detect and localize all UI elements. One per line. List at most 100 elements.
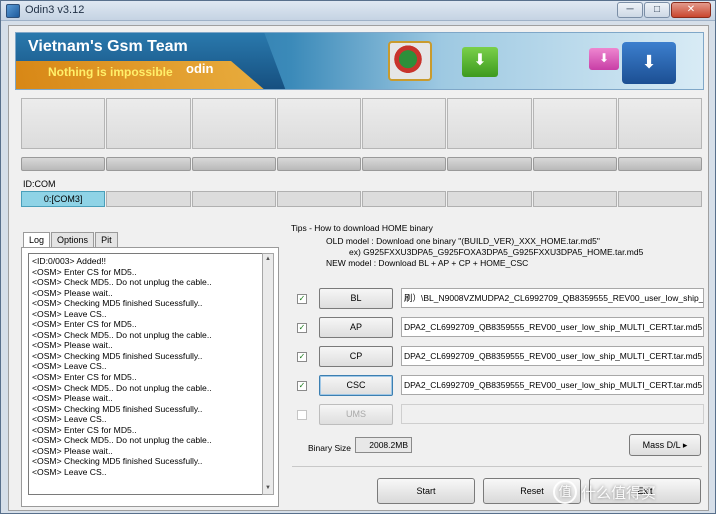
tips-box: OLD model : Download one binary "(BUILD_… bbox=[290, 233, 704, 280]
log-line: <OSM> Please wait.. bbox=[32, 340, 113, 351]
tip-old-model: OLD model : Download one binary "(BUILD_… bbox=[326, 236, 600, 246]
log-line: <OSM> Leave CS.. bbox=[32, 361, 107, 372]
bl-checkbox[interactable]: ✓ bbox=[297, 294, 307, 304]
log-line: <OSM> Enter CS for MD5.. bbox=[32, 266, 137, 277]
device-slot bbox=[617, 98, 702, 149]
binary-size-label: Binary Size bbox=[308, 443, 351, 453]
minimize-button[interactable]: ─ bbox=[617, 2, 643, 18]
download-blue-icon: ⬇ bbox=[622, 42, 676, 84]
log-line: <OSM> Check MD5.. Do not unplug the cabl… bbox=[32, 329, 212, 340]
binary-size-value: 2008.2MB bbox=[355, 437, 412, 453]
tip-new-model: NEW model : Download BL + AP + CP + HOME… bbox=[326, 258, 529, 268]
tip-example: ex) G925FXXU3DPA5_G925FOXA3DPA5_G925FXXU… bbox=[349, 247, 644, 257]
log-line: <OSM> Please wait.. bbox=[32, 445, 113, 456]
log-line: <OSM> Enter CS for MD5.. bbox=[32, 424, 137, 435]
log-line: <OSM> Checking MD5 finished Sucessfully.… bbox=[32, 403, 203, 414]
device-slot bbox=[191, 98, 276, 149]
device-slot bbox=[447, 98, 532, 149]
device-slots bbox=[21, 98, 702, 149]
com-ports: 0:[COM3] bbox=[21, 191, 702, 207]
download-pink-icon: ⬇ bbox=[589, 48, 619, 70]
log-line: <OSM> Checking MD5 finished Sucessfully.… bbox=[32, 298, 203, 309]
watermark-text: 什么值得买 bbox=[581, 484, 657, 502]
device-slot bbox=[276, 98, 361, 149]
log-line: <OSM> Leave CS.. bbox=[32, 466, 107, 477]
title-bar[interactable]: Odin3 v3.12 ─ □ ✕ bbox=[1, 1, 715, 21]
log-line: <OSM> Checking MD5 finished Sucessfully.… bbox=[32, 350, 203, 361]
log-line: <OSM> Please wait.. bbox=[32, 393, 113, 404]
cp-button[interactable]: CP bbox=[319, 346, 393, 367]
cp-path-field[interactable]: DPA2_CL6992709_QB8359555_REV00_user_low_… bbox=[401, 346, 704, 366]
tab-log[interactable]: Log bbox=[23, 232, 51, 248]
device-slot bbox=[532, 98, 617, 149]
log-line: <OSM> Please wait.. bbox=[32, 287, 113, 298]
ums-path-field[interactable] bbox=[401, 404, 704, 424]
log-line: <OSM> Check MD5.. Do not unplug the cabl… bbox=[32, 277, 212, 288]
watermark-logo-icon: 值 bbox=[553, 480, 577, 504]
window-controls: ─ □ ✕ bbox=[617, 2, 711, 18]
log-panel: <ID:0/003> Added!! <OSM> Enter CS for MD5… bbox=[21, 247, 279, 507]
log-textbox[interactable]: <ID:0/003> Added!! <OSM> Enter CS for MD5… bbox=[28, 253, 263, 495]
bl-button[interactable]: BL bbox=[319, 288, 393, 309]
tab-pit[interactable]: Pit bbox=[95, 232, 118, 247]
window-title: Odin3 v3.12 bbox=[25, 4, 85, 16]
progress-bar bbox=[191, 157, 276, 171]
ums-checkbox[interactable] bbox=[297, 410, 307, 420]
progress-bar bbox=[106, 157, 191, 171]
csc-path-field[interactable]: DPA2_CL6992709_QB8359555_REV00_user_low_… bbox=[401, 375, 704, 395]
bl-path-field[interactable]: 刷）\BL_N9008VZMUDPA2_CL6992709_QB8359555_… bbox=[401, 288, 704, 308]
separator bbox=[292, 466, 702, 467]
ap-path-field[interactable]: DPA2_CL6992709_QB8359555_REV00_user_low_… bbox=[401, 317, 704, 337]
ap-checkbox[interactable]: ✓ bbox=[297, 323, 307, 333]
ums-button[interactable]: UMS bbox=[319, 404, 393, 425]
progress-bars bbox=[21, 157, 702, 171]
device-slot bbox=[362, 98, 447, 149]
log-scrollbar[interactable]: ▲ ▼ bbox=[262, 253, 274, 495]
progress-bar bbox=[21, 157, 106, 171]
device-slot bbox=[21, 98, 106, 149]
banner-slogan: Nothing is impossible bbox=[48, 65, 173, 79]
banner-brand: Vietnam's Gsm Team bbox=[28, 38, 188, 55]
log-line: <OSM> Leave CS.. bbox=[32, 414, 107, 425]
maximize-button[interactable]: □ bbox=[644, 2, 670, 18]
close-button[interactable]: ✕ bbox=[671, 2, 711, 18]
scroll-up-icon[interactable]: ▲ bbox=[263, 254, 273, 265]
log-line: <OSM> Check MD5.. Do not unplug the cabl… bbox=[32, 382, 212, 393]
com-port bbox=[276, 191, 361, 207]
download-green-icon: ⬇ bbox=[462, 47, 498, 77]
progress-bar bbox=[447, 157, 532, 171]
progress-bar bbox=[362, 157, 447, 171]
com-port-active: 0:[COM3] bbox=[21, 191, 106, 207]
banner-product: odin bbox=[186, 61, 214, 76]
ap-button[interactable]: AP bbox=[319, 317, 393, 338]
log-line: <ID:0/003> Added!! bbox=[32, 256, 107, 266]
progress-bar bbox=[617, 157, 702, 171]
tips-title: Tips - How to download HOME binary bbox=[291, 223, 433, 233]
globe-icon bbox=[388, 41, 432, 81]
csc-button[interactable]: CSC bbox=[319, 375, 393, 396]
watermark: 值 什么值得买 bbox=[553, 472, 656, 512]
odin-window: Odin3 v3.12 ─ □ ✕ Vietnam's Gsm Team Not… bbox=[0, 0, 716, 514]
com-port bbox=[617, 191, 702, 207]
cp-checkbox[interactable]: ✓ bbox=[297, 352, 307, 362]
left-tabs: Log Options Pit bbox=[23, 232, 119, 248]
scroll-down-icon[interactable]: ▼ bbox=[263, 483, 273, 494]
progress-bar bbox=[532, 157, 617, 171]
csc-checkbox[interactable]: ✓ bbox=[297, 381, 307, 391]
tab-options[interactable]: Options bbox=[51, 232, 95, 247]
progress-bar bbox=[276, 157, 361, 171]
com-port bbox=[362, 191, 447, 207]
log-line: <OSM> Enter CS for MD5.. bbox=[32, 372, 137, 383]
com-port bbox=[532, 191, 617, 207]
com-port bbox=[191, 191, 276, 207]
log-line: <OSM> Check MD5.. Do not unplug the cabl… bbox=[32, 435, 212, 446]
mass-dl-button[interactable]: Mass D/L ▸ bbox=[629, 434, 701, 456]
start-button[interactable]: Start bbox=[377, 478, 475, 504]
banner: Vietnam's Gsm Team Nothing is impossible… bbox=[15, 32, 704, 90]
com-port bbox=[447, 191, 532, 207]
log-line: <OSM> Enter CS for MD5.. bbox=[32, 319, 137, 330]
com-port bbox=[106, 191, 191, 207]
app-icon bbox=[6, 4, 20, 18]
log-line: <OSM> Checking MD5 finished Sucessfully.… bbox=[32, 456, 203, 467]
device-slot bbox=[106, 98, 191, 149]
